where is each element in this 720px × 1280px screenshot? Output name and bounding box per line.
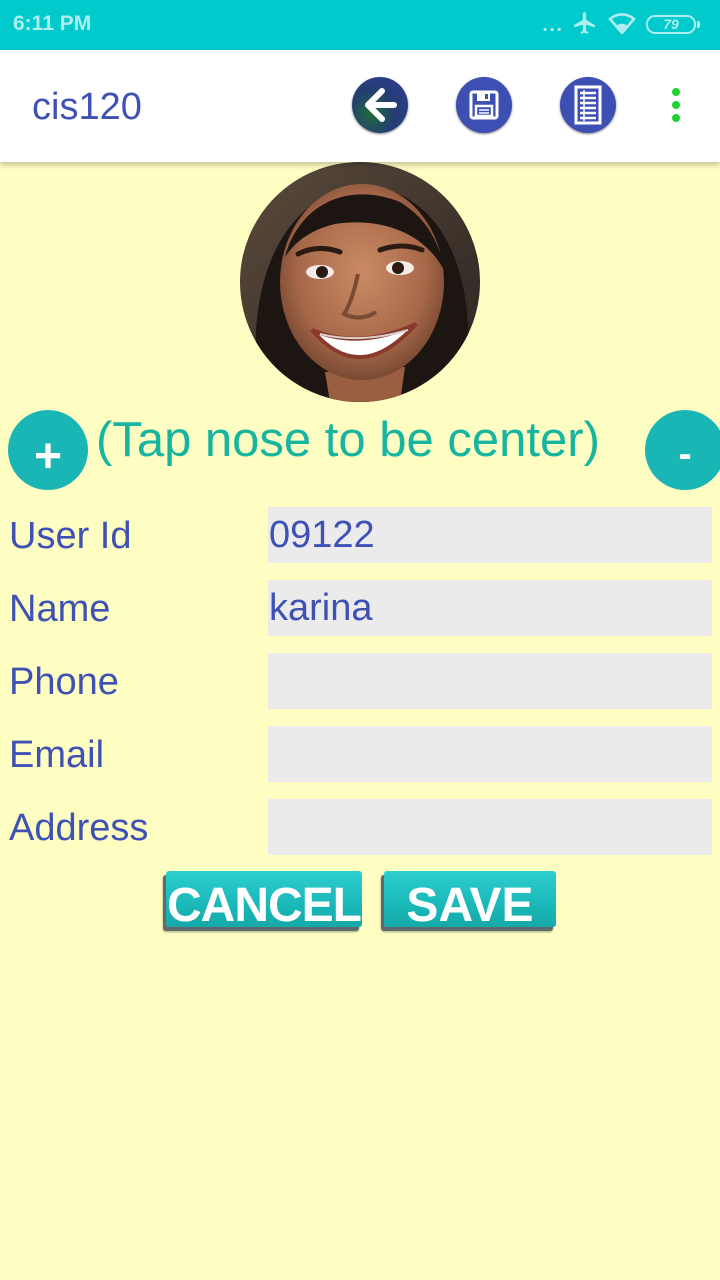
minus-label: - xyxy=(678,431,692,476)
screen: 6:11 PM ... 79 cis120 + (Tap nose to be … xyxy=(0,0,720,1280)
save-floppy-icon xyxy=(469,90,499,120)
status-time: 6:11 PM xyxy=(13,12,92,35)
tap-hint: (Tap nose to be center) xyxy=(96,413,600,467)
cancel-button[interactable]: CANCEL xyxy=(166,871,362,927)
address-field[interactable] xyxy=(268,799,712,855)
back-button[interactable] xyxy=(352,77,408,133)
plus-label: + xyxy=(33,429,63,483)
name-label: Name xyxy=(9,588,111,630)
user-id-field[interactable]: 09122 xyxy=(268,507,712,563)
overflow-menu-icon[interactable] xyxy=(664,86,688,126)
list-icon xyxy=(574,85,602,125)
avatar[interactable] xyxy=(240,162,480,402)
phone-label: Phone xyxy=(9,661,119,703)
user-id-label: User Id xyxy=(9,515,132,557)
phone-field[interactable] xyxy=(268,653,712,709)
signal-dots: ... xyxy=(542,16,564,35)
avatar-photo xyxy=(240,162,480,402)
status-bar: 6:11 PM ... 79 xyxy=(0,0,720,50)
email-field[interactable] xyxy=(268,726,712,782)
airplane-icon xyxy=(574,12,595,34)
name-field[interactable]: karina xyxy=(268,580,712,636)
app-title: cis120 xyxy=(32,86,142,128)
battery-icon: 79 xyxy=(646,15,700,34)
save-label: SAVE xyxy=(406,878,534,928)
save-button[interactable]: SAVE xyxy=(384,871,556,927)
zoom-out-button[interactable]: - xyxy=(645,410,720,490)
zoom-in-button[interactable]: + xyxy=(8,410,88,490)
email-label: Email xyxy=(9,734,105,776)
app-bar: cis120 xyxy=(0,50,720,162)
list-button[interactable] xyxy=(560,77,616,133)
cancel-label: CANCEL xyxy=(167,878,362,928)
wifi-icon xyxy=(608,13,636,34)
address-label: Address xyxy=(9,807,149,849)
back-arrow-icon xyxy=(365,88,397,122)
save-toolbar-button[interactable] xyxy=(456,77,512,133)
